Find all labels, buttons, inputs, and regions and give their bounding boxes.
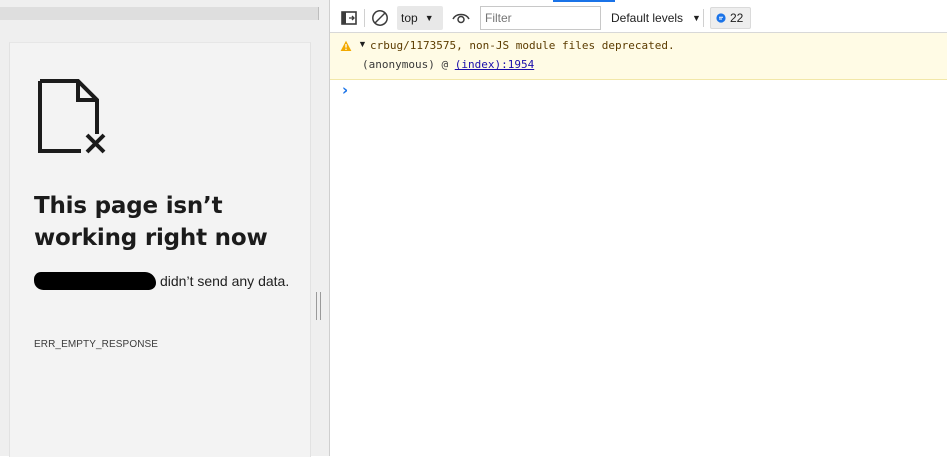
source-link[interactable]: (index):1954 <box>455 58 534 71</box>
log-levels-label: Default levels <box>611 11 684 25</box>
context-selector-value: top <box>401 11 418 25</box>
page-viewport: This page isn’t working right now didn’t… <box>0 0 329 457</box>
dock-side-button[interactable] <box>338 7 360 29</box>
console-toolbar: top ▼ Default levels ▼ 22 <box>330 3 947 33</box>
context-selector[interactable]: top ▼ <box>397 6 443 30</box>
error-page: This page isn’t working right now didn’t… <box>9 42 311 457</box>
log-levels-dropdown[interactable]: Default levels ▼ <box>611 6 701 30</box>
issues-count: 22 <box>730 11 744 25</box>
filter-input[interactable] <box>480 6 601 30</box>
stack-at: @ <box>441 58 449 71</box>
stack-trace-line: (anonymous) @ (index):1954 <box>362 58 534 71</box>
redacted-site-name <box>34 272 156 290</box>
clear-console-icon <box>372 10 388 26</box>
active-tab-indicator <box>553 0 615 2</box>
warning-icon <box>340 40 352 51</box>
console-prompt[interactable]: › <box>342 81 348 99</box>
split-resize-handle[interactable] <box>316 292 321 320</box>
chevron-down-icon: ▼ <box>424 13 434 23</box>
error-title: This page isn’t working right now <box>34 193 268 251</box>
warning-text: crbug/1173575, non-JS module files depre… <box>370 39 675 52</box>
file-error-icon <box>38 79 106 154</box>
issues-icon <box>716 13 726 23</box>
console-warning-message[interactable]: ▼ crbug/1173575, non-JS module files dep… <box>330 33 947 80</box>
expand-triangle-icon[interactable]: ▼ <box>358 39 367 49</box>
clear-console-button[interactable] <box>369 7 391 29</box>
devtools-console-panel: top ▼ Default levels ▼ 22 <box>329 0 947 456</box>
page-top-strip <box>0 7 319 20</box>
stack-function: (anonymous) <box>362 58 435 71</box>
error-description-text: didn’t send any data. <box>160 273 290 289</box>
error-code: ERR_EMPTY_RESPONSE <box>34 339 159 350</box>
error-description: didn’t send any data. <box>34 269 299 293</box>
issues-counter-button[interactable]: 22 <box>710 7 751 29</box>
live-expression-button[interactable] <box>450 7 472 29</box>
chevron-down-icon: ▼ <box>692 13 701 23</box>
dock-side-icon <box>341 11 357 25</box>
eye-icon <box>452 13 470 24</box>
